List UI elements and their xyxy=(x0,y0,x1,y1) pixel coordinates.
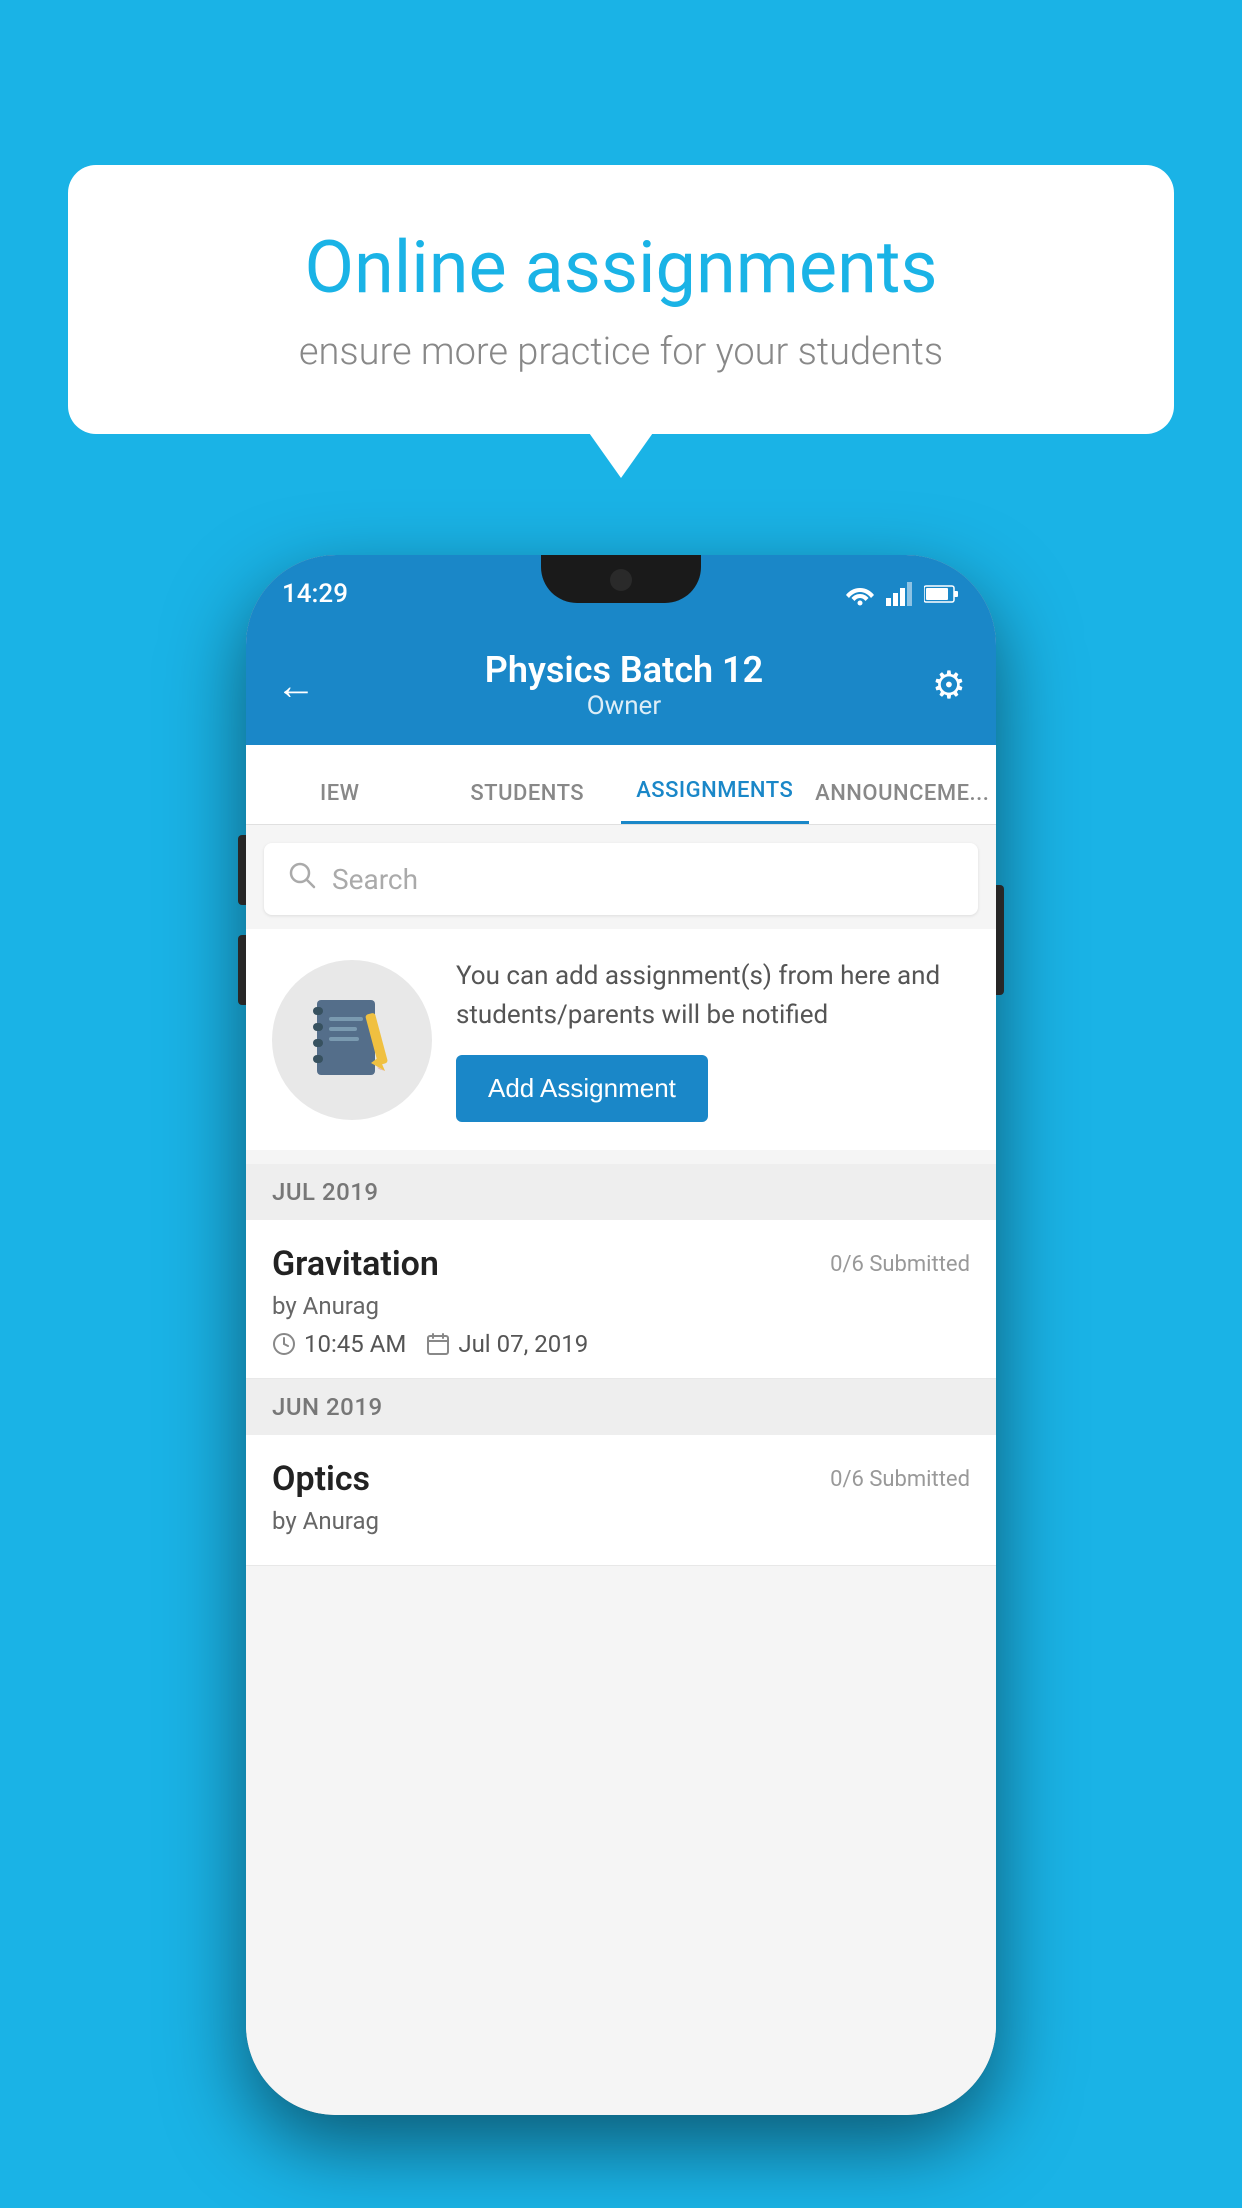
wifi-icon xyxy=(844,582,876,606)
calendar-icon xyxy=(426,1332,450,1356)
clock-icon xyxy=(272,1332,296,1356)
assignment-by-gravitation: by Anurag xyxy=(272,1292,970,1320)
power-button xyxy=(996,885,1004,995)
promo-description: You can add assignment(s) from here and … xyxy=(456,957,970,1035)
speech-bubble-title: Online assignments xyxy=(138,225,1104,310)
assignment-name-gravitation: Gravitation xyxy=(272,1244,439,1284)
assignment-name-optics: Optics xyxy=(272,1459,370,1499)
tab-announcements[interactable]: ANNOUNCEME... xyxy=(809,763,997,824)
signal-icon xyxy=(886,582,914,606)
tab-iew[interactable]: IEW xyxy=(246,763,434,824)
tab-bar: IEW STUDENTS ASSIGNMENTS ANNOUNCEME... xyxy=(246,745,996,825)
assignment-row-top: Gravitation 0/6 Submitted xyxy=(272,1244,970,1284)
app-bar: ← Physics Batch 12 Owner ⚙ xyxy=(246,625,996,745)
date-text: Jul 07, 2019 xyxy=(458,1330,588,1358)
tab-students[interactable]: STUDENTS xyxy=(434,763,622,824)
promo-card: You can add assignment(s) from here and … xyxy=(246,929,996,1150)
time-text: 10:45 AM xyxy=(304,1330,406,1358)
assignment-by-optics: by Anurag xyxy=(272,1507,970,1535)
assignment-submitted-gravitation: 0/6 Submitted xyxy=(830,1252,970,1277)
battery-icon xyxy=(924,584,960,604)
status-icons xyxy=(844,582,960,606)
search-icon xyxy=(288,861,316,897)
search-placeholder: Search xyxy=(332,863,418,896)
promo-text: You can add assignment(s) from here and … xyxy=(456,957,970,1122)
volume-down-button xyxy=(238,935,246,1005)
phone-device: 14:29 xyxy=(246,555,996,2115)
speech-bubble-container: Online assignments ensure more practice … xyxy=(68,165,1174,434)
notebook-icon xyxy=(307,995,397,1085)
app-bar-title: Physics Batch 12 xyxy=(485,649,763,691)
assignment-date-gravitation: Jul 07, 2019 xyxy=(426,1330,588,1358)
speech-bubble-subtitle: ensure more practice for your students xyxy=(138,330,1104,374)
section-jul-2019: JUL 2019 xyxy=(246,1164,996,1220)
phone-frame: 14:29 xyxy=(246,555,996,2115)
screen-content: Search xyxy=(246,825,996,2115)
front-camera xyxy=(610,569,632,591)
tab-assignments[interactable]: ASSIGNMENTS xyxy=(621,760,809,824)
app-bar-subtitle: Owner xyxy=(485,691,763,721)
promo-icon-circle xyxy=(272,960,432,1120)
search-bar[interactable]: Search xyxy=(264,843,978,915)
add-assignment-button[interactable]: Add Assignment xyxy=(456,1055,708,1122)
assignment-meta-gravitation: 10:45 AM Jul 07, 2019 xyxy=(272,1330,970,1358)
assignment-time-gravitation: 10:45 AM xyxy=(272,1330,406,1358)
assignment-item-gravitation[interactable]: Gravitation 0/6 Submitted by Anurag 10:4… xyxy=(246,1220,996,1379)
assignment-optics-row-top: Optics 0/6 Submitted xyxy=(272,1459,970,1499)
settings-icon[interactable]: ⚙ xyxy=(932,663,966,708)
assignment-item-optics[interactable]: Optics 0/6 Submitted by Anurag xyxy=(246,1435,996,1566)
assignment-submitted-optics: 0/6 Submitted xyxy=(830,1467,970,1492)
status-time: 14:29 xyxy=(282,579,348,609)
volume-up-button xyxy=(238,835,246,905)
app-bar-center: Physics Batch 12 Owner xyxy=(485,649,763,721)
phone-notch xyxy=(541,555,701,603)
back-button[interactable]: ← xyxy=(276,662,316,709)
phone-screen: 14:29 xyxy=(246,555,996,2115)
speech-bubble: Online assignments ensure more practice … xyxy=(68,165,1174,434)
section-jun-2019: JUN 2019 xyxy=(246,1379,996,1435)
